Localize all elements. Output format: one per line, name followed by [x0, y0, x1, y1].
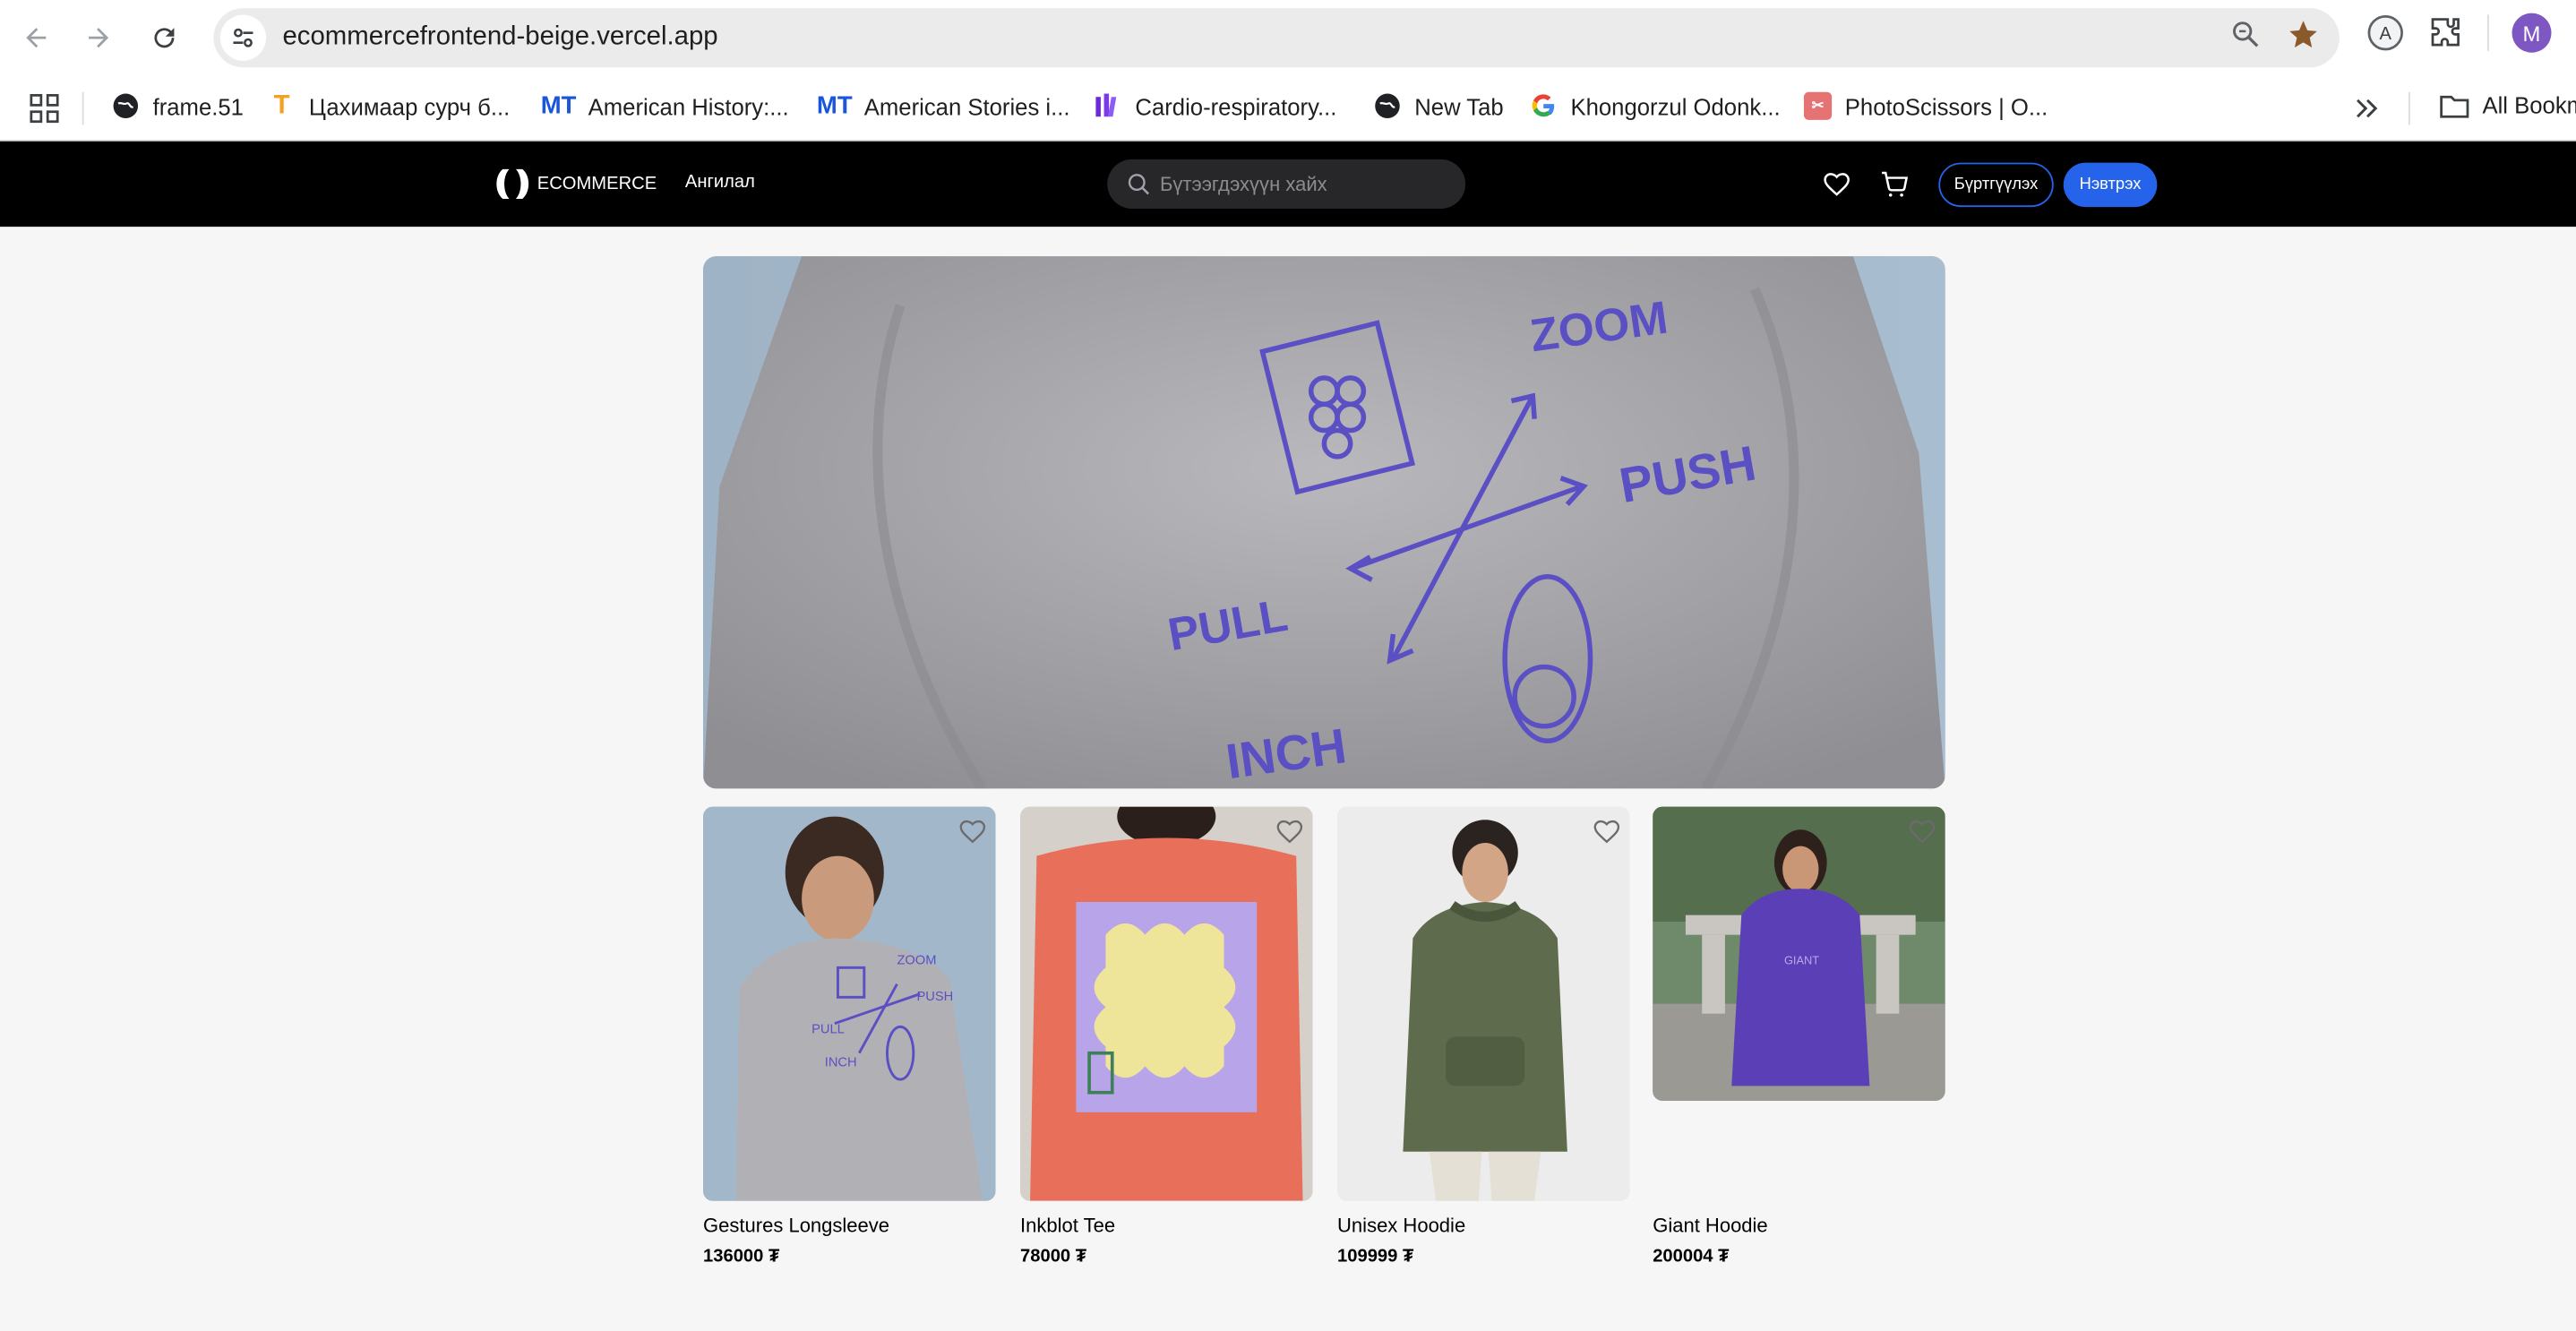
apps-grid-icon[interactable] — [30, 94, 59, 124]
bookmark-label: PhotoScissors | O... — [1844, 92, 2048, 119]
svg-text:GIANT: GIANT — [1784, 954, 1819, 967]
product-name[interactable]: Unisex Hoodie — [1337, 1214, 1465, 1237]
product-price: 200004 ₮ — [1653, 1247, 1730, 1267]
bookmark-item[interactable]: Khongorzul Odonk... — [1530, 92, 1781, 120]
reload-button[interactable] — [144, 18, 184, 57]
site-info-button[interactable] — [219, 14, 267, 61]
longsleeve-photo: ZOOM PUSH PULL INCH — [703, 806, 996, 1201]
browser-toolbar: ecommercefrontend-beige.vercel.app A M — [0, 0, 2576, 76]
hero-sweatshirt-image: ZOOM PUSH PULL INCH — [703, 256, 1945, 789]
wishlist-heart-icon[interactable] — [1822, 169, 1851, 199]
search-icon — [1128, 174, 1150, 195]
forward-arrow-icon — [89, 28, 109, 48]
bars-logo-icon — [1095, 93, 1117, 117]
product-image[interactable]: ZOOM PUSH PULL INCH — [703, 806, 996, 1201]
product-card[interactable]: GIANT Giant Hoodie 200004 ₮ — [1653, 806, 1945, 1267]
product-card[interactable]: Inkblot Tee 78000 ₮ — [1020, 806, 1313, 1267]
favorite-heart-icon[interactable] — [1592, 817, 1621, 846]
more-bookmarks-chevron-icon[interactable] — [2354, 97, 2380, 120]
cart-icon[interactable] — [1879, 169, 1909, 199]
category-link[interactable]: Ангилал — [685, 173, 755, 193]
bookmark-label: American History:... — [588, 92, 789, 119]
search-input[interactable] — [1159, 172, 1439, 196]
favorite-heart-icon[interactable] — [1908, 817, 1937, 846]
product-card[interactable]: Unisex Hoodie 109999 ₮ — [1337, 806, 1630, 1267]
product-price: 109999 ₮ — [1337, 1247, 1414, 1267]
product-image[interactable]: GIANT — [1653, 806, 1945, 1101]
all-bookmarks-label: All Bookm — [2482, 91, 2576, 119]
logo-mark-icon — [496, 168, 529, 199]
folder-icon — [2440, 95, 2469, 118]
bookmark-item[interactable]: ✂ PhotoScissors | O... — [1803, 91, 2048, 120]
svg-text:INCH: INCH — [825, 1055, 857, 1069]
logo-text: ECOMMERCE — [537, 174, 657, 194]
bookmark-item[interactable]: MT American Stories i... — [816, 91, 1070, 120]
favorite-heart-icon[interactable] — [957, 817, 987, 846]
bookmark-label: New Tab — [1414, 92, 1504, 119]
translate-extension-icon[interactable]: A — [2366, 13, 2405, 53]
svg-text:ZOOM: ZOOM — [897, 954, 936, 968]
hero-banner[interactable]: ZOOM PUSH PULL INCH — [703, 256, 1945, 789]
inkblot-tee-photo — [1020, 806, 1313, 1201]
bookmark-label: Khongorzul Odonk... — [1570, 92, 1781, 119]
site-header: ECOMMERCE Ангилал Бүртгүүлэх Нэвтрэх — [0, 141, 2576, 228]
bookmark-label: Cardio-respiratory... — [1135, 92, 1337, 119]
back-arrow-icon — [26, 28, 47, 48]
bookmark-star-icon[interactable] — [2287, 18, 2320, 51]
search-bar[interactable] — [1107, 159, 1466, 209]
product-card[interactable]: ZOOM PUSH PULL INCH Gestures Longsleeve 136… — [703, 806, 996, 1267]
reload-icon — [154, 28, 175, 48]
unisex-hoodie-photo — [1337, 806, 1630, 1201]
bookmark-item[interactable]: Cardio-respiratory... — [1095, 92, 1337, 120]
product-name[interactable]: Inkblot Tee — [1020, 1214, 1115, 1237]
svg-text:PULL: PULL — [811, 1023, 845, 1037]
product-price: 78000 ₮ — [1020, 1247, 1087, 1267]
toolbar-divider — [2486, 14, 2489, 51]
favorite-heart-icon[interactable] — [1275, 817, 1304, 846]
t-logo-icon: T — [273, 90, 290, 119]
profile-avatar[interactable]: M — [2512, 13, 2552, 53]
product-image[interactable] — [1337, 806, 1630, 1201]
svg-text:PUSH: PUSH — [916, 990, 953, 1004]
globe-icon — [113, 93, 139, 119]
photoscissors-icon: ✂ — [1803, 91, 1833, 120]
bookmarks-divider — [82, 91, 84, 125]
site-logo[interactable]: ECOMMERCE — [493, 167, 657, 201]
bookmark-label: Цахимаар сурч б... — [308, 92, 511, 119]
all-bookmarks-folder[interactable]: All Bookm — [2440, 92, 2576, 118]
mt-logo-icon: MT — [816, 91, 853, 120]
svg-text:A: A — [2380, 24, 2392, 44]
forward-button[interactable] — [79, 18, 118, 57]
extensions-puzzle-icon[interactable] — [2428, 15, 2464, 51]
product-name[interactable]: Giant Hoodie — [1653, 1214, 1767, 1237]
product-price: 136000 ₮ — [703, 1247, 780, 1267]
globe-icon — [1375, 93, 1400, 119]
zoom-icon[interactable] — [2231, 20, 2261, 49]
product-image[interactable] — [1020, 806, 1313, 1201]
google-icon — [1532, 94, 1555, 117]
register-button[interactable]: Бүртгүүлэх — [1938, 162, 2054, 208]
product-name[interactable]: Gestures Longsleeve — [703, 1214, 889, 1237]
back-button[interactable] — [16, 18, 56, 57]
bookmark-item[interactable]: frame.51 — [112, 92, 244, 120]
login-button[interactable]: Нэвтрэх — [2063, 162, 2158, 208]
bookmark-item[interactable]: New Tab — [1373, 92, 1504, 120]
tune-icon — [233, 28, 253, 47]
bookmarks-divider — [2408, 91, 2410, 125]
giant-hoodie-photo: GIANT — [1653, 806, 1945, 1101]
address-bar[interactable]: ecommercefrontend-beige.vercel.app — [213, 8, 2340, 68]
bookmark-label: frame.51 — [152, 92, 244, 119]
bookmark-item[interactable]: MT American History:... — [540, 91, 789, 120]
bookmark-item[interactable]: T Цахимаар сурч б... — [268, 90, 511, 120]
mt-logo-icon: MT — [540, 91, 577, 120]
bookmarks-bar: frame.51 T Цахимаар сурч б... MT America… — [0, 75, 2576, 142]
bookmark-label: American Stories i... — [863, 92, 1070, 119]
url-text: ecommercefrontend-beige.vercel.app — [282, 22, 718, 51]
